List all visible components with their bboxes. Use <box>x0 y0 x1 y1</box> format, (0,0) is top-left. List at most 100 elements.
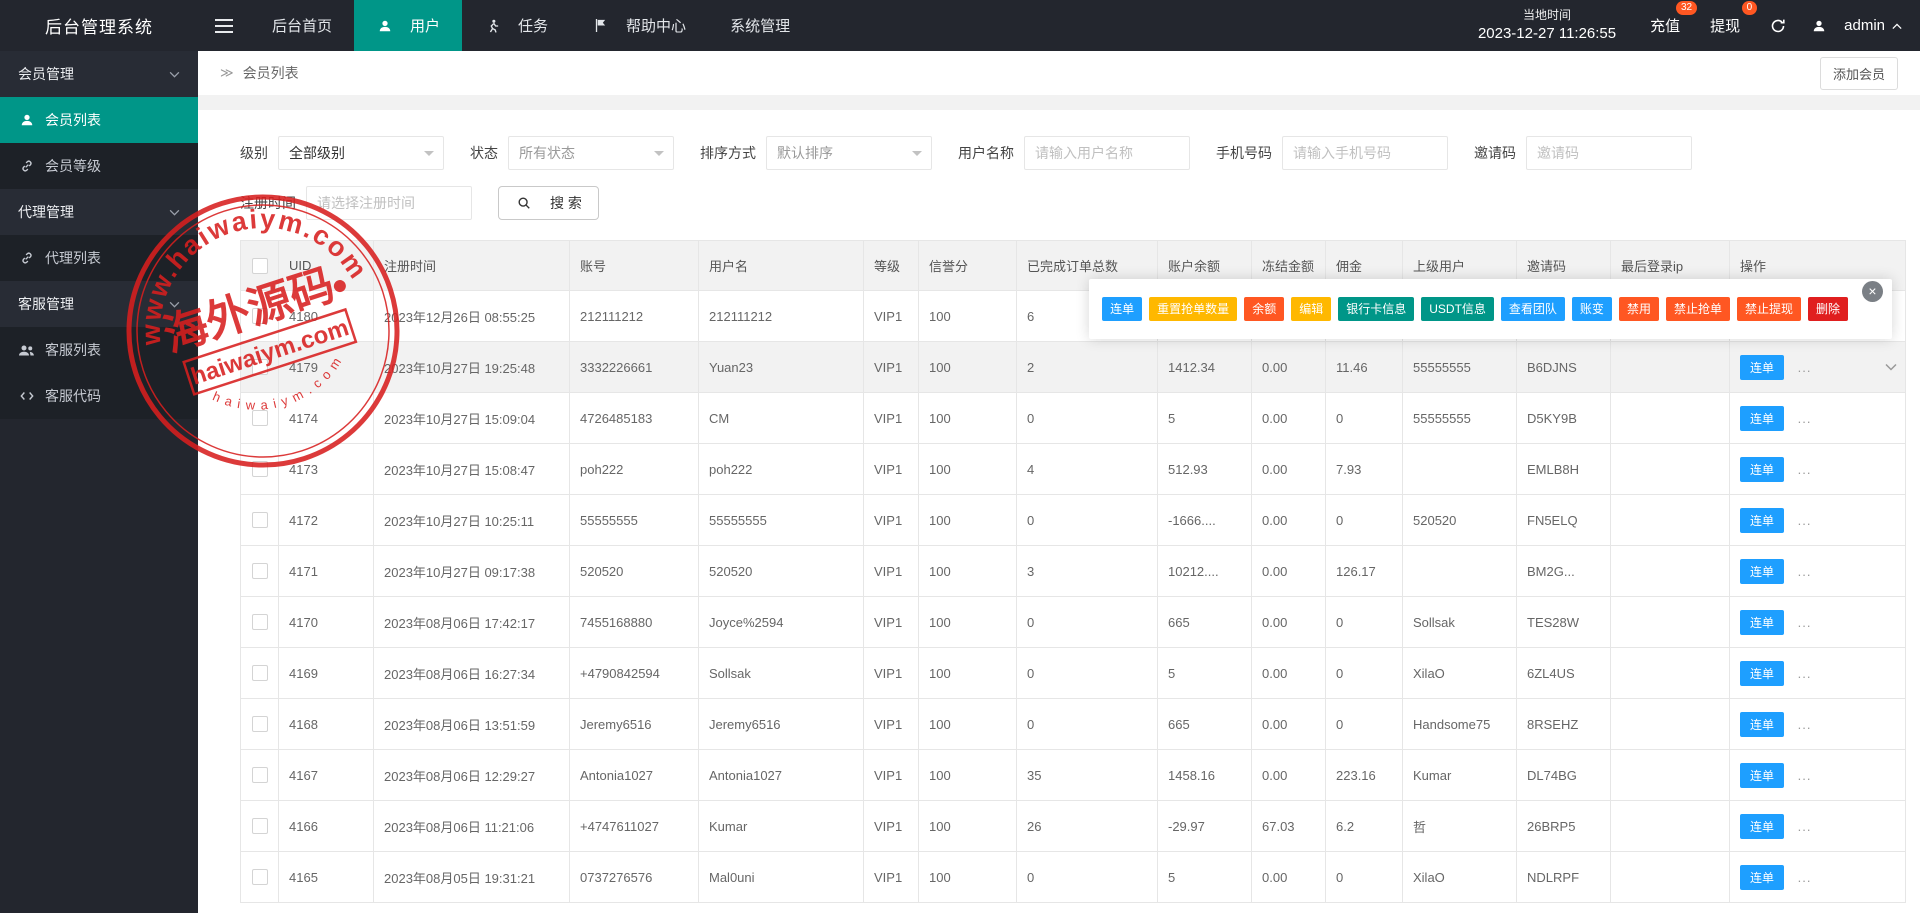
more-actions-button[interactable]: ... <box>1798 870 1812 885</box>
admin-name: admin <box>1844 17 1885 34</box>
phone-input[interactable] <box>1282 136 1448 170</box>
popup-action-button[interactable]: 禁止提现 <box>1736 297 1801 321</box>
admin-menu[interactable]: admin <box>1810 17 1902 34</box>
cell-username: Joyce%2594 <box>698 596 864 648</box>
sidebar-item-agent-list[interactable]: 代理列表 <box>0 235 198 281</box>
task-icon <box>484 19 501 33</box>
row-checkbox[interactable] <box>251 614 268 631</box>
cell-actions: 连单 ... <box>1729 494 1906 546</box>
cell-parent: 哲 <box>1402 800 1517 852</box>
level-select[interactable]: 全部级别 <box>278 136 444 170</box>
liandan-button[interactable]: 连单 <box>1740 711 1785 737</box>
more-actions-button[interactable]: ... <box>1798 564 1812 579</box>
liandan-button[interactable]: 连单 <box>1740 660 1785 686</box>
recharge-badge: 32 <box>1676 1 1698 15</box>
popup-action-button[interactable]: 禁用 <box>1618 297 1659 321</box>
col-uid: UID <box>278 240 374 291</box>
nav-item-system[interactable]: 系统管理 <box>708 0 812 51</box>
row-checkbox[interactable] <box>251 767 268 784</box>
cell-balance: 665 <box>1157 596 1252 648</box>
close-icon[interactable]: × <box>1862 281 1883 302</box>
withdraw-button[interactable]: 提现 0 <box>1710 1 1758 36</box>
popup-action-button[interactable]: 银行卡信息 <box>1338 297 1415 321</box>
popup-action-button[interactable]: 账变 <box>1571 297 1612 321</box>
row-checkbox[interactable] <box>251 869 268 886</box>
popup-action-button[interactable]: 删除 <box>1807 297 1848 321</box>
add-member-button[interactable]: 添加会员 <box>1819 56 1898 90</box>
popup-action-button[interactable]: 重置抢单数量 <box>1149 297 1238 321</box>
liandan-button[interactable]: 连单 <box>1740 762 1785 788</box>
liandan-button[interactable]: 连单 <box>1740 864 1785 890</box>
liandan-button[interactable]: 连单 <box>1740 609 1785 635</box>
sidebar-item-member-level[interactable]: 会员等级 <box>0 143 198 189</box>
username-input[interactable] <box>1024 136 1190 170</box>
row-checkbox[interactable] <box>251 308 268 325</box>
cell-commission: 0 <box>1325 596 1403 648</box>
row-checkbox[interactable] <box>251 461 268 478</box>
select-all-checkbox[interactable] <box>251 257 268 274</box>
more-actions-button[interactable]: ... <box>1798 462 1812 477</box>
refresh-icon[interactable] <box>1770 18 1786 34</box>
nav-item-users[interactable]: 用户 <box>354 0 463 51</box>
cell-orders: 3 <box>1016 545 1158 597</box>
popup-action-button[interactable]: 查看团队 <box>1500 297 1565 321</box>
recharge-button[interactable]: 充值 32 <box>1650 1 1698 36</box>
row-checkbox[interactable] <box>251 665 268 682</box>
popup-action-button[interactable]: 连单 <box>1102 297 1143 321</box>
cell-level: VIP1 <box>863 698 919 750</box>
more-actions-button[interactable]: ... <box>1798 717 1812 732</box>
cell-orders: 0 <box>1016 596 1158 648</box>
row-checkbox[interactable] <box>251 359 268 376</box>
row-checkbox[interactable] <box>251 563 268 580</box>
sort-select[interactable]: 默认排序 <box>766 136 932 170</box>
chevron-down-icon[interactable] <box>1885 363 1897 371</box>
more-actions-button[interactable]: ... <box>1798 615 1812 630</box>
nav-item-home[interactable]: 后台首页 <box>250 0 354 51</box>
popup-action-button[interactable]: 编辑 <box>1291 297 1332 321</box>
liandan-button[interactable]: 连单 <box>1740 813 1785 839</box>
popup-action-button[interactable]: 余额 <box>1244 297 1285 321</box>
sidebar-item-member-list[interactable]: 会员列表 <box>0 97 198 143</box>
more-actions-button[interactable]: ... <box>1798 768 1812 783</box>
more-actions-button[interactable]: ... <box>1798 819 1812 834</box>
sidebar-group-member-management[interactable]: 会员管理 <box>0 51 198 97</box>
row-checkbox[interactable] <box>251 716 268 733</box>
reg-time-input[interactable] <box>306 186 472 220</box>
liandan-button[interactable]: 连单 <box>1740 354 1785 380</box>
cell-balance: -29.97 <box>1157 800 1252 852</box>
cell-uid: 4174 <box>278 392 374 444</box>
cell-parent <box>1402 443 1517 495</box>
sidebar-group-agent-management[interactable]: 代理管理 <box>0 189 198 235</box>
liandan-button[interactable]: 连单 <box>1740 456 1785 482</box>
status-select[interactable]: 所有状态 <box>508 136 674 170</box>
row-checkbox[interactable] <box>251 410 268 427</box>
cell-uid: 4170 <box>278 596 374 648</box>
popup-action-button[interactable]: USDT信息 <box>1421 297 1494 321</box>
more-actions-button[interactable]: ... <box>1798 666 1812 681</box>
cell-frozen: 0.00 <box>1251 443 1326 495</box>
search-button[interactable]: 搜 索 <box>498 186 599 220</box>
cell-last-ip <box>1610 545 1730 597</box>
cell-commission: 11.46 <box>1325 341 1403 393</box>
more-actions-button[interactable]: ... <box>1798 411 1812 426</box>
withdraw-badge: 0 <box>1741 1 1758 15</box>
hamburger-menu-icon[interactable] <box>198 0 250 51</box>
nav-item-help-center[interactable]: 帮助中心 <box>570 0 708 51</box>
more-actions-button[interactable]: ... <box>1798 513 1812 528</box>
nav-item-tasks[interactable]: 任务 <box>462 0 570 51</box>
cell-commission: 0 <box>1325 851 1403 903</box>
liandan-button[interactable]: 连单 <box>1740 558 1785 584</box>
row-checkbox[interactable] <box>251 818 268 835</box>
link-icon <box>18 159 35 173</box>
popup-action-button[interactable]: 禁止抢单 <box>1665 297 1730 321</box>
cell-credit: 100 <box>918 494 1017 546</box>
more-actions-button[interactable]: ... <box>1798 360 1812 375</box>
row-checkbox[interactable] <box>251 512 268 529</box>
liandan-button[interactable]: 连单 <box>1740 507 1785 533</box>
invite-code-input[interactable] <box>1526 136 1692 170</box>
sidebar-item-support-code[interactable]: 客服代码 <box>0 373 198 419</box>
liandan-button[interactable]: 连单 <box>1740 405 1785 431</box>
sidebar-group-support-management[interactable]: 客服管理 <box>0 281 198 327</box>
cell-username: 55555555 <box>698 494 864 546</box>
sidebar-item-support-list[interactable]: 客服列表 <box>0 327 198 373</box>
